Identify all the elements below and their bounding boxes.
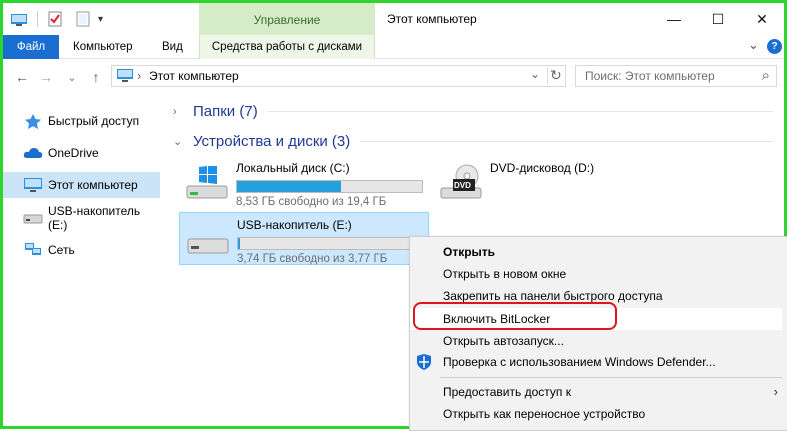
drive-tile-e[interactable]: USB-накопитель (E:) 3,74 ГБ свободно из … [179,212,429,265]
context-tab-manage[interactable]: Управление [199,3,375,35]
submenu-arrow-icon: › [773,384,778,399]
usb-drive-icon [186,223,230,257]
search-icon: ⌕ [761,67,770,84]
close-button[interactable]: ✕ [740,3,784,35]
sidebar-item-label: Этот компьютер [48,178,138,192]
drive-name: USB-накопитель (E:) [237,218,352,232]
navigation-pane: Быстрый доступ OneDrive Этот компьютер U… [3,94,163,426]
drive-free-space: 8,53 ГБ свободно из 19,4 ГБ [236,196,387,208]
new-folder-icon[interactable] [76,11,90,27]
network-icon [23,242,43,258]
menu-item-open-new-window[interactable]: Открыть в новом окне [410,263,782,285]
drive-usage-bar [236,180,423,193]
group-divider [267,111,773,112]
computer-icon [23,177,43,193]
quick-access-toolbar: ▾ [11,10,103,28]
sidebar-item-network[interactable]: Сеть [3,237,160,263]
drive-tile-c[interactable]: Локальный диск (C:) 8,53 ГБ свободно из … [179,156,429,208]
drive-tile-d[interactable]: DVD DVD-дисковод (D:) [433,156,633,208]
star-icon [23,113,43,129]
minimize-button[interactable]: — [652,3,696,35]
drive-usage-fill [237,181,341,192]
chevron-down-icon[interactable]: ⌄ [173,135,185,148]
ribbon-expand-icon[interactable]: ⌄ [748,37,759,53]
menu-item-open-autoplay[interactable]: Открыть автозапуск... [410,330,782,352]
forward-button[interactable]: → [37,68,55,86]
ribbon-tabs: Файл Компьютер Вид Средства работы с дис… [3,35,784,59]
menu-item-open[interactable]: Открыть [410,241,782,263]
drive-usage-fill [238,238,240,249]
navigation-bar: ← → ⌄ ↑ › Этот компьютер › ⌄ ↻ Поиск: Эт… [3,60,784,94]
sidebar-item-label: OneDrive [48,146,99,160]
windows-defender-icon [416,354,432,370]
group-divider [360,141,773,142]
sidebar-item-usb-drive[interactable]: USB-накопитель (E:) [3,204,160,232]
menu-item-label: Предоставить доступ к [443,385,571,399]
window-title: Этот компьютер [387,12,477,26]
drive-name: DVD-дисковод (D:) [490,161,595,175]
menu-separator [440,377,782,378]
menu-item-enable-bitlocker[interactable]: Включить BitLocker [410,308,782,330]
group-header-label: Папки (7) [193,103,258,120]
menu-item-label: Проверка с использованием Windows Defend… [443,355,716,369]
breadcrumb[interactable]: Этот компьютер [149,69,239,83]
sidebar-item-label: Сеть [48,243,75,257]
drive-name: Локальный диск (C:) [236,161,350,175]
tab-drive-tools[interactable]: Средства работы с дисками [199,35,375,59]
menu-item-open-portable[interactable]: Открыть как переносное устройство [410,403,782,425]
group-devices[interactable]: ⌄ Устройства и диски (3) [173,133,773,150]
menu-item-pin-quick-access[interactable]: Закрепить на панели быстрого доступа [410,285,782,307]
maximize-button[interactable]: ☐ [696,3,740,35]
address-bar[interactable]: › Этот компьютер › ⌄ ↻ [111,65,566,87]
cloud-icon [23,145,43,161]
menu-item-give-access[interactable]: Предоставить доступ к › [410,381,782,403]
sidebar-item-onedrive[interactable]: OneDrive [3,140,160,166]
windows-drive-icon [185,165,229,200]
recent-locations-button[interactable]: ⌄ [63,68,81,86]
drive-usage-bar [237,237,424,250]
folder-app-icon [11,12,27,26]
sidebar-item-quick-access[interactable]: Быстрый доступ [3,108,160,134]
dvd-badge: DVD [454,181,471,190]
sidebar-item-label: USB-накопитель (E:) [48,204,141,232]
dvd-drive-icon: DVD [439,164,483,199]
refresh-icon[interactable]: ↻ [550,67,562,84]
chevron-right-icon[interactable]: › [173,106,185,118]
back-button[interactable]: ← [13,68,31,86]
drive-free-space: 3,74 ГБ свободно из 3,77 ГБ [237,253,388,265]
help-icon[interactable]: ? [767,39,782,54]
menu-item-defender-scan[interactable]: Проверка с использованием Windows Defend… [410,351,782,373]
title-bar: ▾ Управление Этот компьютер — ☐ ✕ [3,3,784,35]
address-dropdown-icon[interactable]: ⌄ [530,67,540,81]
search-placeholder: Поиск: Этот компьютер [585,69,715,83]
tab-view[interactable]: Вид [152,35,193,59]
sidebar-item-label: Быстрый доступ [48,114,140,128]
group-header-label: Устройства и диски (3) [193,133,351,150]
context-menu: Открыть Открыть в новом окне Закрепить н… [409,236,787,431]
up-button[interactable]: ↑ [87,68,105,86]
breadcrumb-separator-end[interactable]: › [213,68,217,83]
usb-drive-icon [23,210,43,226]
sidebar-item-this-pc[interactable]: Этот компьютер [3,172,160,198]
divider [37,11,38,27]
tab-computer[interactable]: Компьютер [63,35,143,59]
customize-toolbar-icon[interactable]: ▾ [98,14,103,25]
breadcrumb-separator[interactable]: › [137,68,141,83]
computer-icon [116,69,134,83]
search-input[interactable]: Поиск: Этот компьютер ⌕ [575,65,777,87]
group-folders[interactable]: › Папки (7) [173,103,773,120]
properties-icon[interactable] [48,11,62,27]
divider [547,67,548,85]
tab-file[interactable]: Файл [3,35,59,59]
